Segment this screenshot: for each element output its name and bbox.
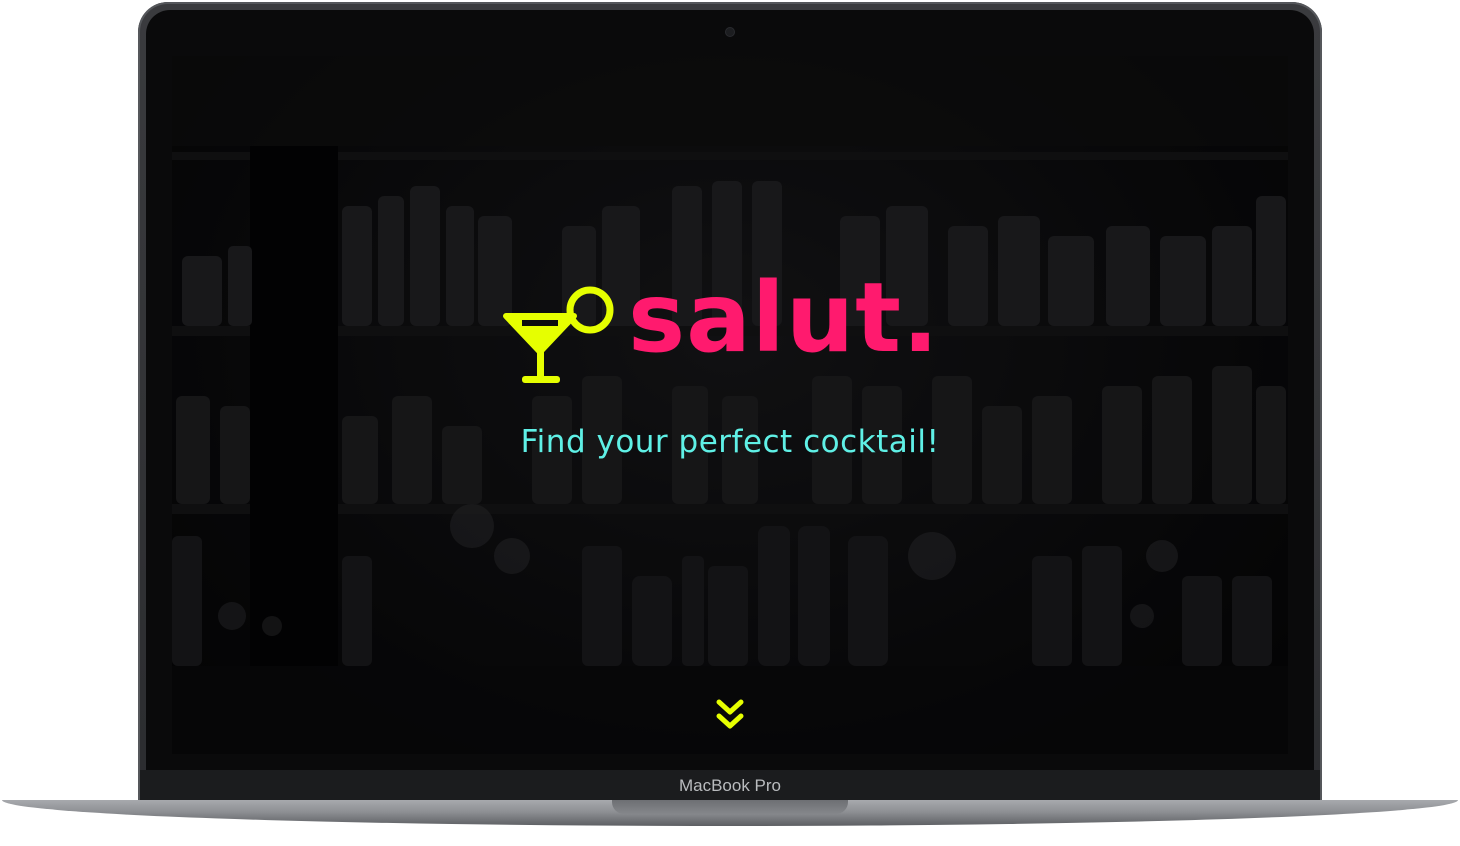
site-logo[interactable]: salut. xyxy=(502,265,962,400)
device-brand-label: MacBook Pro xyxy=(678,776,782,795)
bar-shelves-background xyxy=(172,56,1288,754)
logo-text: salut. xyxy=(628,262,940,374)
hero-tagline: Find your perfect cocktail! xyxy=(520,424,940,460)
laptop-opening-notch xyxy=(612,800,848,814)
double-chevron-down-icon[interactable] xyxy=(713,696,747,734)
cocktail-glass-icon xyxy=(503,286,614,383)
laptop-mockup: salut. Find your perfect cocktail! MacBo… xyxy=(0,0,1460,846)
camera-dot xyxy=(726,28,734,36)
website-hero: salut. Find your perfect cocktail! xyxy=(172,56,1288,754)
